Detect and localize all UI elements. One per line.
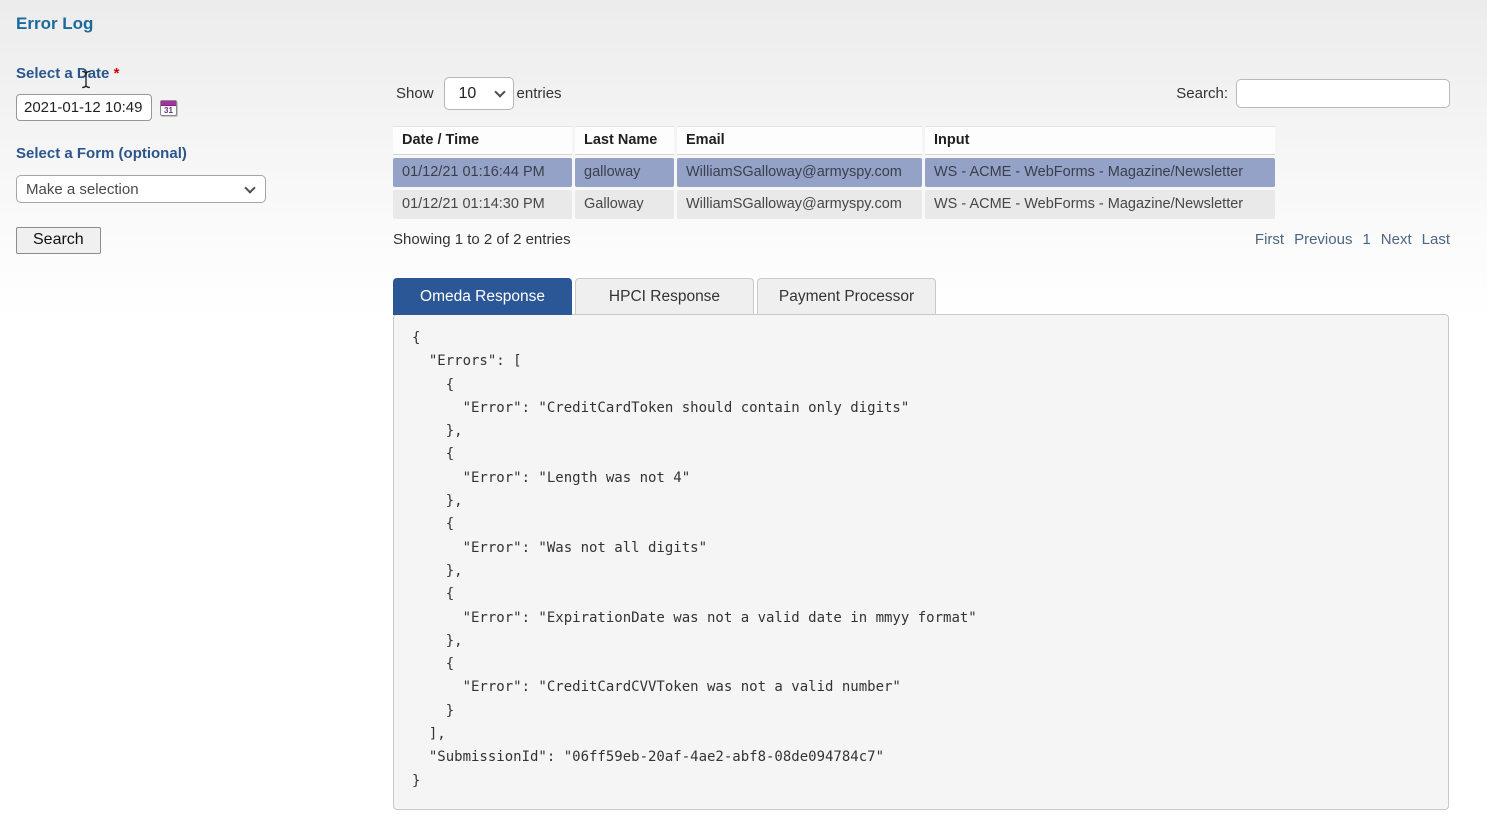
pagination-last[interactable]: Last — [1422, 231, 1450, 248]
entries-label: entries — [514, 85, 572, 102]
table-search-input[interactable] — [1236, 79, 1450, 108]
form-field-label: Select a Form (optional) — [16, 145, 386, 162]
show-label: Show — [393, 85, 444, 102]
calendar-icon[interactable]: 31 — [160, 100, 177, 116]
table-row-cell-last-name[interactable]: Galloway — [575, 190, 674, 219]
response-json-code: { "Errors": [ { "Error": "CreditCardToke… — [412, 327, 1430, 793]
main-content: Show 10 entries Search: Date / Time Last… — [393, 77, 1450, 810]
page-title: Error Log — [16, 14, 386, 34]
column-header-last-name[interactable]: Last Name — [575, 126, 674, 155]
entries-per-page-select[interactable]: 10 — [444, 77, 514, 110]
pagination-page-1[interactable]: 1 — [1362, 231, 1370, 248]
column-header-input[interactable]: Input — [925, 126, 1275, 155]
table-search-group: Search: — [1176, 79, 1450, 108]
required-asterisk: * — [114, 65, 120, 82]
sidebar: Error Log Select a Date * 31 Select a Fo… — [16, 14, 386, 254]
pagination-next[interactable]: Next — [1381, 231, 1412, 248]
pagination: First Previous 1 Next Last — [1255, 231, 1450, 248]
tab-payment-processor[interactable]: Payment Processor — [757, 278, 936, 314]
calendar-icon-day: 31 — [161, 106, 176, 115]
table-summary: Showing 1 to 2 of 2 entries — [393, 231, 571, 248]
table-row-cell-date-time[interactable]: 01/12/21 01:16:44 PM — [393, 158, 572, 187]
tab-omeda-response[interactable]: Omeda Response — [393, 278, 572, 315]
date-input[interactable] — [16, 94, 152, 121]
table-footer: Showing 1 to 2 of 2 entries First Previo… — [393, 231, 1450, 248]
search-button[interactable]: Search — [16, 227, 101, 254]
table-controls: Show 10 entries Search: — [393, 77, 1450, 110]
table-row-cell-input[interactable]: WS - ACME - WebForms - Magazine/Newslett… — [925, 158, 1275, 187]
date-field-label: Select a Date * — [16, 65, 386, 82]
table-row-cell-email[interactable]: WilliamSGalloway@armyspy.com — [677, 190, 922, 219]
table-row-cell-date-time[interactable]: 01/12/21 01:14:30 PM — [393, 190, 572, 219]
column-header-email[interactable]: Email — [677, 126, 922, 155]
entries-select-wrap: 10 — [444, 77, 514, 110]
form-select[interactable]: Make a selection — [16, 175, 266, 203]
response-tabs: Omeda Response HPCI Response Payment Pro… — [393, 278, 1450, 314]
tab-hpci-response[interactable]: HPCI Response — [575, 278, 754, 314]
form-select-wrap: Make a selection — [16, 175, 266, 203]
text-cursor — [80, 70, 92, 94]
table-row-cell-email[interactable]: WilliamSGalloway@armyspy.com — [677, 158, 922, 187]
response-panel: { "Errors": [ { "Error": "CreditCardToke… — [393, 314, 1449, 810]
column-header-date-time[interactable]: Date / Time — [393, 126, 572, 155]
pagination-previous[interactable]: Previous — [1294, 231, 1352, 248]
pagination-first[interactable]: First — [1255, 231, 1284, 248]
table-row-cell-input[interactable]: WS - ACME - WebForms - Magazine/Newslett… — [925, 190, 1275, 219]
error-log-table: Date / Time Last Name Email Input 01/12/… — [393, 126, 1278, 219]
show-entries-group: Show 10 entries — [393, 77, 572, 110]
table-row-cell-last-name[interactable]: galloway — [575, 158, 674, 187]
table-search-label: Search: — [1176, 85, 1228, 102]
